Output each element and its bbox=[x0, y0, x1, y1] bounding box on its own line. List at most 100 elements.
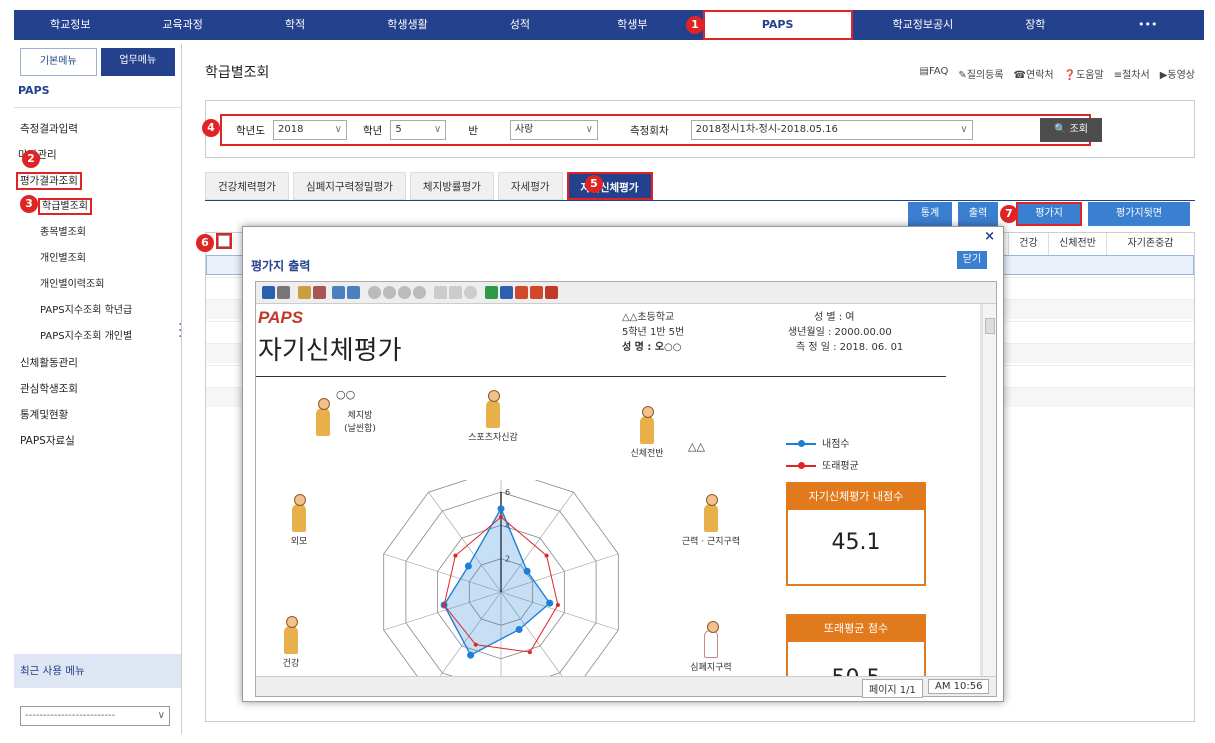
text-icon[interactable] bbox=[313, 286, 326, 299]
save-icon[interactable] bbox=[262, 286, 275, 299]
tab-body-fat[interactable]: 체지방률평가 bbox=[409, 172, 494, 200]
faq-link[interactable]: ▤FAQ bbox=[920, 66, 949, 81]
first-page-icon[interactable] bbox=[368, 286, 381, 299]
sidebar-item-by-person[interactable]: 개인별조회 bbox=[14, 246, 181, 272]
nav-grades[interactable]: 성적 bbox=[464, 10, 576, 40]
next-page-icon[interactable] bbox=[398, 286, 411, 299]
nav-curriculum[interactable]: 교육과정 bbox=[126, 10, 238, 40]
search-icon: 🔍 bbox=[1053, 124, 1067, 135]
weightlifter-icon bbox=[284, 616, 298, 654]
col-self-esteem[interactable]: 자기존중감 bbox=[1106, 233, 1194, 255]
tab-posture[interactable]: 자세평가 bbox=[497, 172, 563, 200]
zoom-out-icon[interactable] bbox=[347, 286, 360, 299]
sidebar-item-index-person[interactable]: PAPS지수조회 개인별 bbox=[14, 324, 181, 350]
lungs-icon bbox=[704, 621, 719, 658]
radar-point-mine bbox=[497, 505, 505, 513]
question-link[interactable]: ✎질의등록 bbox=[958, 66, 1003, 81]
zoom-icon[interactable] bbox=[298, 286, 311, 299]
sidebar-item-class-view[interactable]: 학급별조회 bbox=[14, 194, 181, 220]
sidebar-item-concern[interactable]: 관심학생조회 bbox=[14, 376, 181, 402]
eval-sheet-back-button[interactable]: 평가지뒷면 bbox=[1088, 202, 1190, 226]
video-link[interactable]: ▶동영상 bbox=[1160, 66, 1195, 81]
hwp-export-icon[interactable] bbox=[545, 286, 558, 299]
radar-point-mine bbox=[515, 626, 523, 633]
stats-button[interactable]: 통계 bbox=[908, 202, 952, 226]
step-badge-6: 6 bbox=[196, 234, 214, 252]
student-meta: 성 별 : 여 생년월일 : 2000.00.00 측 정 일 : 2018. … bbox=[788, 310, 903, 355]
sidebar-item-result-input[interactable]: 측정결과입력 bbox=[14, 116, 181, 142]
help-links: ▤FAQ ✎질의등록 ☎연락처 ❓도움말 ≡절차서 ▶동영상 bbox=[920, 66, 1195, 81]
tab-self-body-eval[interactable]: 자기신체평가 bbox=[566, 172, 653, 200]
popup-close-button[interactable]: 닫기 bbox=[957, 251, 987, 269]
figure-body-fat: 체지방 (날씬함) bbox=[316, 398, 386, 436]
round-select[interactable]: 2018정시1차-정시-2018.05.16 ∨ bbox=[690, 120, 973, 140]
athlete-icon bbox=[486, 390, 500, 428]
sidebar-collapse-handle[interactable]: · · · bbox=[178, 318, 184, 344]
sidebar-item-eval-results[interactable]: 평가결과조회 bbox=[14, 168, 181, 194]
nav-school-info[interactable]: 학교정보 bbox=[14, 10, 126, 40]
class-select[interactable]: 사랑 ∨ bbox=[509, 120, 598, 140]
year-select[interactable]: 2018 ∨ bbox=[272, 120, 347, 140]
search-button[interactable]: 🔍 조회 bbox=[1040, 118, 1102, 142]
person-icon bbox=[640, 406, 654, 444]
select-all-checkbox[interactable] bbox=[216, 233, 232, 249]
report-document: PAPS 자기신체평가 △△초등학교 5학년 1반 5번 성 명 : 오○○ 성… bbox=[256, 304, 980, 676]
page-setup-icon[interactable] bbox=[434, 286, 447, 299]
radar-point-mine bbox=[464, 562, 472, 570]
date-line: 측 정 일 : 2018. 06. 01 bbox=[796, 342, 904, 353]
nav-disclosure[interactable]: 학교정보공시 bbox=[867, 10, 979, 40]
ppt-export-icon[interactable] bbox=[515, 286, 528, 299]
search-filters: 학년도 2018 ∨ 학년 5 ∨ 반 사랑 ∨ 측정회차 2018정시1차-정시-2… bbox=[220, 114, 1102, 146]
contact-link[interactable]: ☎연락처 bbox=[1014, 66, 1054, 81]
grade-select[interactable]: 5 ∨ bbox=[390, 120, 447, 140]
sidebar-item-index-grade[interactable]: PAPS지수조회 학년급 bbox=[14, 298, 181, 324]
tab-work-menu[interactable]: 업무메뉴 bbox=[100, 48, 175, 76]
figure-health: 건강 bbox=[266, 616, 316, 669]
tab-basic-menu[interactable]: 기본메뉴 bbox=[20, 48, 97, 76]
step-badge-4: 4 bbox=[202, 119, 220, 137]
col-overall[interactable]: 신체전반 bbox=[1048, 233, 1106, 255]
viewer-scrollbar[interactable] bbox=[982, 304, 996, 676]
nav-scholarship[interactable]: 장학 bbox=[979, 10, 1091, 40]
scrollbar-thumb[interactable] bbox=[985, 318, 995, 334]
nav-student-record[interactable]: 학생부 bbox=[576, 10, 688, 40]
nav-records[interactable]: 학적 bbox=[239, 10, 351, 40]
sidebar-tabs: 기본메뉴 업무메뉴 bbox=[14, 44, 181, 80]
print-icon[interactable] bbox=[277, 286, 290, 299]
close-icon[interactable]: × bbox=[984, 229, 995, 244]
chevron-down-icon: ∨ bbox=[334, 124, 342, 135]
word-export-icon[interactable] bbox=[500, 286, 513, 299]
print-button[interactable]: 출력 bbox=[958, 202, 998, 226]
prev-page-icon[interactable] bbox=[383, 286, 396, 299]
sidebar-item-library[interactable]: PAPS자료실 bbox=[14, 428, 181, 454]
last-page-icon[interactable] bbox=[413, 286, 426, 299]
zoom-in-icon[interactable] bbox=[332, 286, 345, 299]
my-score-box: 자기신체평가 내점수 45.1 bbox=[786, 482, 926, 586]
sidebar-item-activity[interactable]: 신체활동관리 bbox=[14, 350, 181, 376]
col-health[interactable]: 건강 bbox=[1008, 233, 1048, 255]
refresh-icon[interactable] bbox=[464, 286, 477, 299]
nav-student-life[interactable]: 학생생활 bbox=[351, 10, 463, 40]
nav-more-icon[interactable]: ••• bbox=[1092, 10, 1204, 40]
recent-menu-select[interactable]: ------------------------- ∨ bbox=[20, 706, 170, 726]
tab-health-fitness[interactable]: 건강체력평가 bbox=[205, 172, 289, 200]
legend-avg-swatch bbox=[786, 462, 816, 469]
radar-chart: 642 bbox=[383, 480, 619, 676]
excel-export-icon[interactable] bbox=[485, 286, 498, 299]
sidebar-item-by-event[interactable]: 종목별조회 bbox=[14, 220, 181, 246]
pdf-export-icon[interactable] bbox=[530, 286, 543, 299]
tab-cardio-detail[interactable]: 심폐지구력정밀평가 bbox=[292, 172, 406, 200]
viewer-statusbar: 페이지 1/1 AM 10:56 bbox=[256, 676, 996, 698]
birth-line: 생년월일 : 2000.00.00 bbox=[788, 327, 892, 338]
class-label: 반 bbox=[468, 124, 478, 137]
figure-appearance: 외모 bbox=[264, 494, 334, 547]
layout-icon[interactable] bbox=[449, 286, 462, 299]
help-link[interactable]: ❓도움말 bbox=[1064, 66, 1104, 81]
sidebar-item-person-history[interactable]: 개인별이력조회 bbox=[14, 272, 181, 298]
nav-paps[interactable]: PAPS bbox=[702, 10, 853, 40]
sidebar-item-stats[interactable]: 통계및현황 bbox=[14, 402, 181, 428]
procedure-link[interactable]: ≡절차서 bbox=[1114, 66, 1150, 81]
viewer-toolbar bbox=[256, 282, 996, 304]
legend-avg: 또래평균 bbox=[786, 456, 859, 478]
eval-sheet-button[interactable]: 평가지 bbox=[1016, 202, 1082, 226]
